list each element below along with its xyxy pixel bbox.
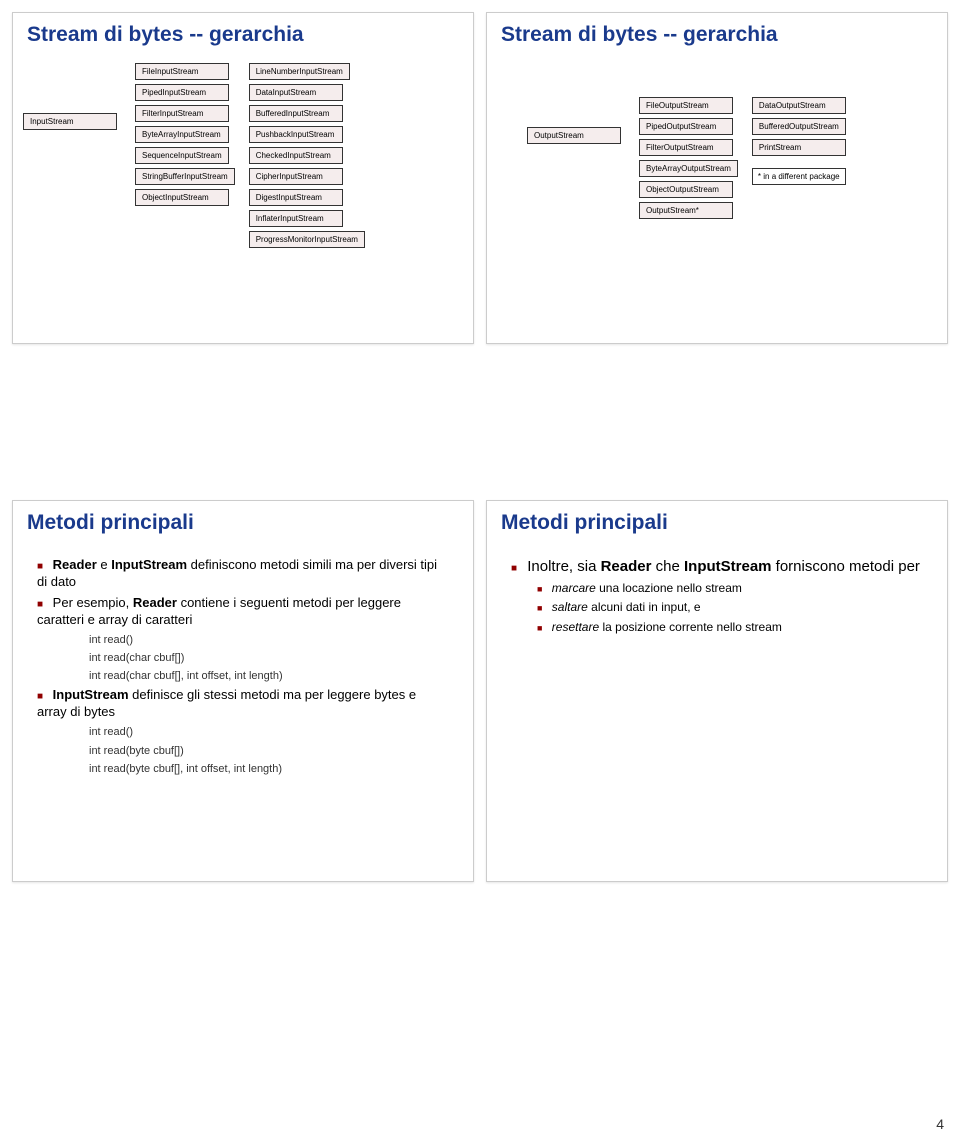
class-box: FilterOutputStream	[639, 139, 733, 156]
class-box: ByteArrayInputStream	[135, 126, 229, 143]
class-box: OutputStream*	[639, 202, 733, 219]
class-box: DataInputStream	[249, 84, 343, 101]
class-box: DigestInputStream	[249, 189, 343, 206]
text-bold: Reader	[601, 558, 652, 575]
text-bold: Reader	[133, 595, 177, 610]
text: Inoltre, sia	[527, 558, 600, 575]
text: che	[651, 558, 684, 575]
class-box: OutputStream	[527, 127, 621, 144]
text-bold: InputStream	[53, 687, 129, 702]
class-box: FileInputStream	[135, 63, 229, 80]
hierarchy-col2: FileOutputStream PipedOutputStream Filte…	[639, 95, 738, 221]
class-box: DataOutputStream	[752, 97, 846, 114]
sub-bullet: resettare la posizione corrente nello st…	[537, 620, 923, 636]
code-line: int read(char cbuf[])	[89, 651, 449, 665]
text: forniscono metodi per	[772, 558, 920, 575]
text-bold: Reader	[53, 557, 97, 572]
slide-title: Stream di bytes -- gerarchia	[501, 23, 947, 47]
class-box: ProgressMonitorInputStream	[249, 231, 365, 248]
bullet-item: Per esempio, Reader contiene i seguenti …	[37, 595, 449, 629]
bullet-item: Inoltre, sia Reader che InputStream forn…	[511, 557, 923, 577]
class-box: BufferedInputStream	[249, 105, 343, 122]
code-line: int read(byte cbuf[], int offset, int le…	[89, 762, 449, 776]
slide-title: Stream di bytes -- gerarchia	[27, 23, 473, 47]
sub-bullet: marcare una locazione nello stream	[537, 581, 923, 597]
class-box: PushbackInputStream	[249, 126, 343, 143]
sub-bullet: saltare alcuni dati in input, e	[537, 600, 923, 616]
class-box: InflaterInputStream	[249, 210, 343, 227]
code-line: int read()	[89, 633, 449, 647]
class-box: CheckedInputStream	[249, 147, 343, 164]
slide-title: Metodi principali	[501, 511, 947, 535]
page-number: 4	[936, 1116, 944, 1132]
class-box: InputStream	[23, 113, 117, 130]
class-box: PipedInputStream	[135, 84, 229, 101]
class-box: ObjectInputStream	[135, 189, 229, 206]
class-box: FilterInputStream	[135, 105, 229, 122]
bullet-item: InputStream definisce gli stessi metodi …	[37, 687, 449, 721]
footnote: * in a different package	[752, 168, 846, 185]
bullet-item: Reader e InputStream definiscono metodi …	[37, 557, 449, 591]
hierarchy-col3: DataOutputStream BufferedOutputStream Pr…	[752, 95, 846, 185]
class-box: LineNumberInputStream	[249, 63, 350, 80]
text-bold: InputStream	[684, 558, 772, 575]
hierarchy-diagram: OutputStream FileOutputStream PipedOutpu…	[487, 55, 947, 227]
code-line: int read(byte cbuf[])	[89, 744, 449, 758]
class-box: PrintStream	[752, 139, 846, 156]
text-bold: InputStream	[111, 557, 187, 572]
slide-output-stream-hierarchy: Stream di bytes -- gerarchia OutputStrea…	[486, 12, 948, 344]
text-italic: resettare	[552, 620, 599, 634]
class-box: ObjectOutputStream	[639, 181, 733, 198]
text-italic: marcare	[552, 581, 596, 595]
class-box: StringBufferInputStream	[135, 168, 235, 185]
hierarchy-col3: LineNumberInputStream DataInputStream Bu…	[249, 61, 365, 250]
text-italic: saltare	[552, 600, 588, 614]
code-line: int read(char cbuf[], int offset, int le…	[89, 669, 449, 683]
text: Per esempio,	[53, 595, 133, 610]
text: alcuni dati in input, e	[588, 600, 701, 614]
class-box: ByteArrayOutputStream	[639, 160, 738, 177]
class-box: PipedOutputStream	[639, 118, 733, 135]
text: e	[97, 557, 111, 572]
slide-main-methods-2: Metodi principali Inoltre, sia Reader ch…	[486, 500, 948, 882]
code-line: int read()	[89, 725, 449, 739]
slide-body: Reader e InputStream definiscono metodi …	[13, 543, 473, 790]
class-box: CipherInputStream	[249, 168, 343, 185]
hierarchy-col2: FileInputStream PipedInputStream FilterI…	[135, 61, 235, 208]
hierarchy-diagram: InputStream FileInputStream PipedInputSt…	[13, 55, 473, 256]
text: una locazione nello stream	[596, 581, 742, 595]
slide-main-methods: Metodi principali Reader e InputStream d…	[12, 500, 474, 882]
slide-input-stream-hierarchy: Stream di bytes -- gerarchia InputStream…	[12, 12, 474, 344]
slide-title: Metodi principali	[27, 511, 473, 535]
class-box: SequenceInputStream	[135, 147, 229, 164]
class-box: BufferedOutputStream	[752, 118, 846, 135]
text: la posizione corrente nello stream	[599, 620, 782, 634]
class-box: FileOutputStream	[639, 97, 733, 114]
slide-body: Inoltre, sia Reader che InputStream forn…	[487, 543, 947, 649]
